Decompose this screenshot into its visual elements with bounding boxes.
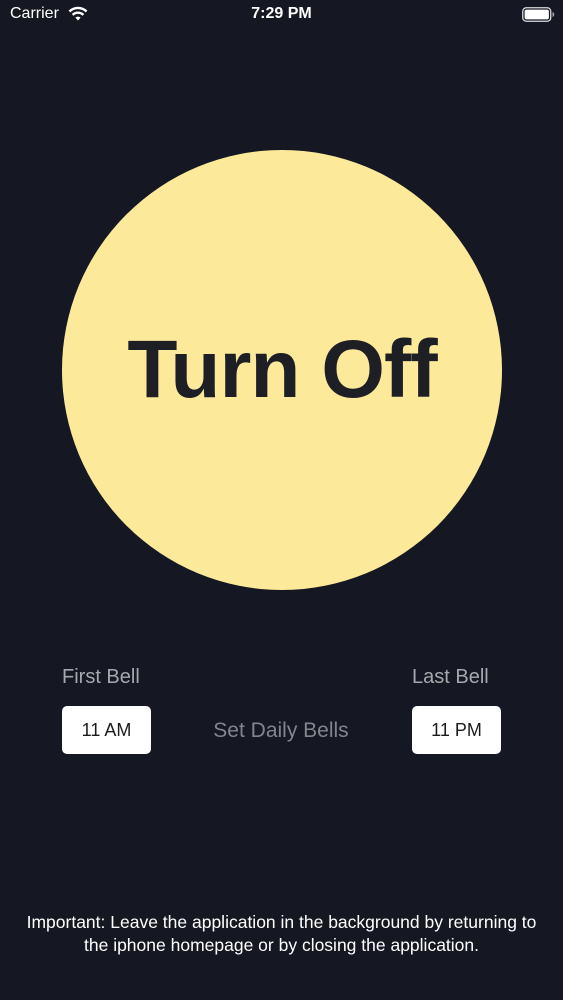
app-screen: Carrier 7:29 PM Turn Off First Bell Last… [0, 0, 563, 1000]
first-bell-time-value: 11 AM [81, 719, 132, 740]
turn-off-button[interactable]: Turn Off [62, 150, 502, 590]
first-bell-time-picker[interactable]: 11 AM [62, 706, 151, 754]
status-bar: Carrier 7:29 PM [0, 0, 563, 30]
battery-icon [522, 7, 555, 22]
last-bell-label: Last Bell [412, 666, 489, 688]
first-bell-label: First Bell [62, 666, 140, 688]
turn-off-label: Turn Off [127, 324, 437, 415]
background-notice: Important: Leave the application in the … [26, 912, 537, 955]
last-bell-time-value: 11 PM [431, 719, 482, 740]
last-bell-time-picker[interactable]: 11 PM [412, 706, 501, 754]
status-time: 7:29 PM [251, 5, 312, 22]
set-daily-bells-button[interactable]: Set Daily Bells [181, 719, 381, 743]
